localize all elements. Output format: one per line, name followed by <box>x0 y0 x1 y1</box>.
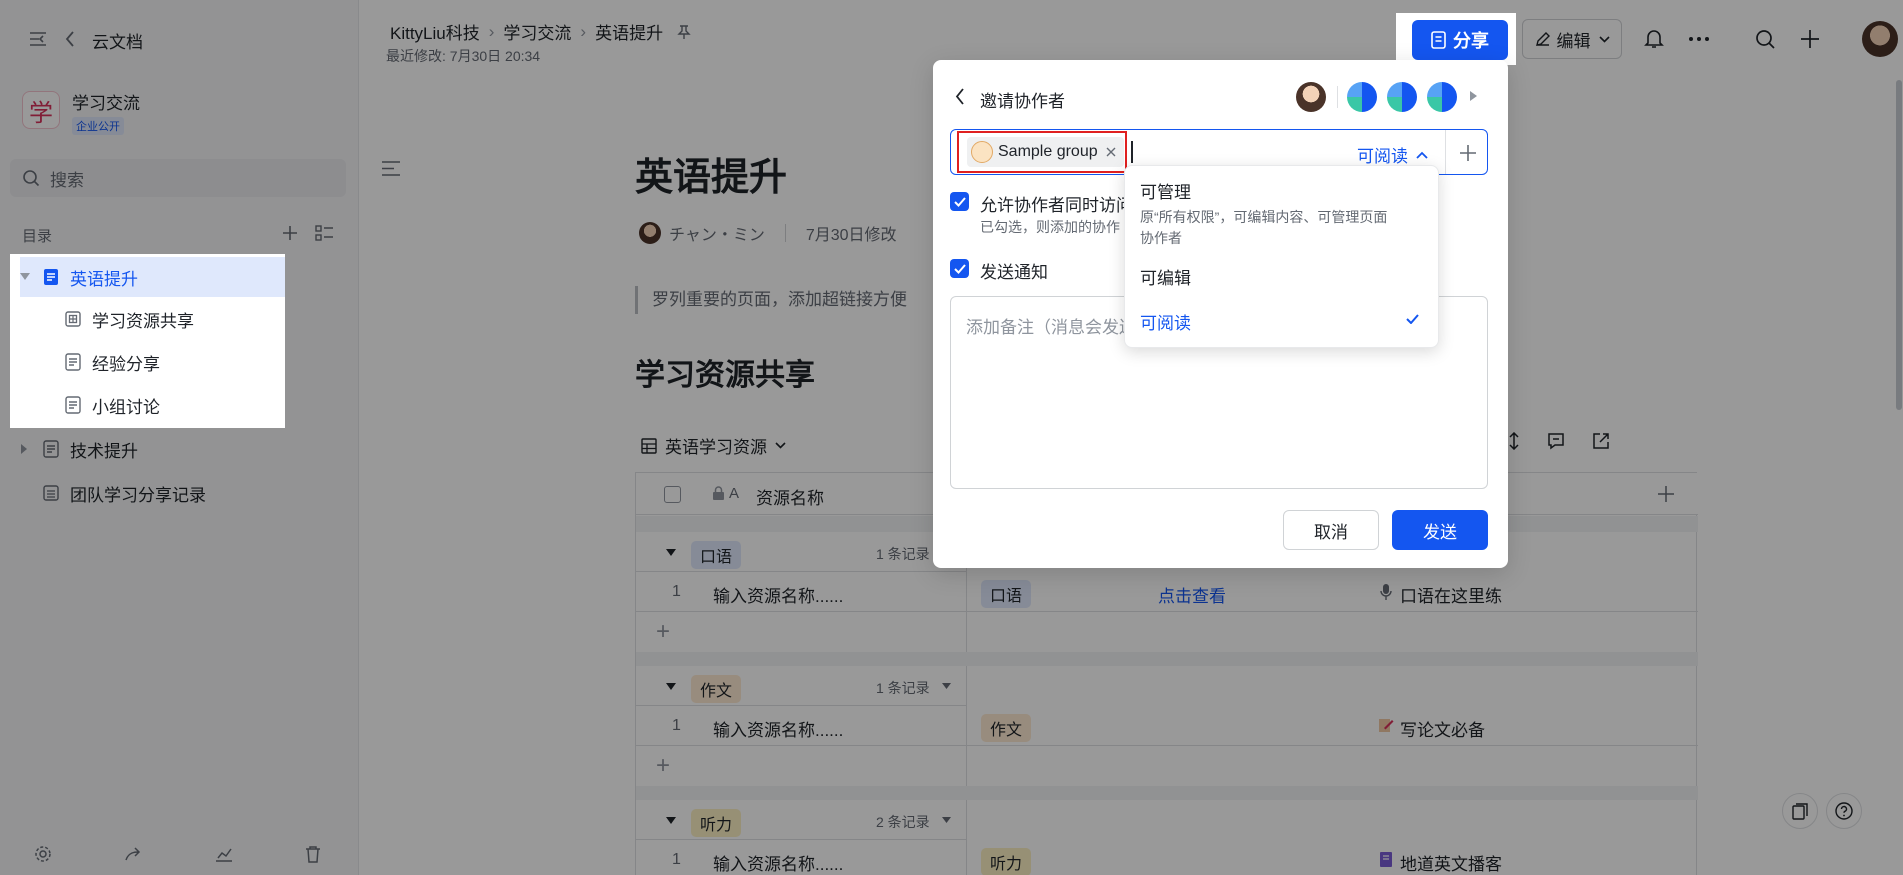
permission-dropdown: 可管理 原“所有权限”，可编辑内容、可管理页面协作者 可编辑 可阅读 <box>1124 165 1439 348</box>
remove-chip-icon[interactable] <box>1106 147 1116 157</box>
tree-item-experience[interactable]: 经验分享 <box>64 342 284 382</box>
notify-label: 发送通知 <box>980 263 1048 282</box>
option-read[interactable]: 可阅读 <box>1125 302 1438 338</box>
allow-access-checkbox[interactable] <box>950 192 969 211</box>
send-button[interactable]: 发送 <box>1392 510 1488 550</box>
share-label: 分享 <box>1453 31 1489 51</box>
selected-chip[interactable]: Sample group <box>957 131 1127 173</box>
tree-highlight-region: 英语提升 学习资源共享 经验分享 小组讨论 <box>10 254 285 428</box>
send-label: 发送 <box>1423 522 1457 542</box>
tree-item-label: 经验分享 <box>92 354 160 374</box>
more-avatars-icon[interactable] <box>1470 91 1477 101</box>
option-edit[interactable]: 可编辑 <box>1125 258 1438 294</box>
group-avatar[interactable] <box>1427 82 1457 112</box>
group-avatar-icon <box>971 141 993 163</box>
collaborator-avatar[interactable] <box>1296 82 1326 112</box>
share-doc-icon <box>1431 31 1446 49</box>
note-placeholder: 添加备注（消息会发送 <box>966 318 1136 337</box>
doc-icon <box>64 396 82 414</box>
share-button[interactable]: 分享 <box>1412 20 1508 60</box>
back-icon[interactable] <box>955 88 965 105</box>
input-divider <box>1445 130 1446 174</box>
allow-access-hint: 已勾选，则添加的协作 <box>980 219 1120 235</box>
doc-icon <box>64 353 82 371</box>
tree-item-english[interactable]: 英语提升 <box>20 257 285 297</box>
share-highlight-region: 分享 <box>1396 13 1516 65</box>
dialog-title: 邀请协作者 <box>980 92 1065 111</box>
cancel-button[interactable]: 取消 <box>1283 510 1379 550</box>
tree-item-label: 学习资源共享 <box>92 311 194 331</box>
caret-down-icon[interactable] <box>20 273 34 281</box>
add-collaborator-icon[interactable] <box>1459 144 1477 162</box>
option-label: 可编辑 <box>1140 269 1191 288</box>
text-cursor <box>1131 141 1133 163</box>
tree-item-discussion[interactable]: 小组讨论 <box>64 385 284 425</box>
option-manage[interactable]: 可管理 原“所有权限”，可编辑内容、可管理页面协作者 <box>1125 178 1438 246</box>
option-label: 可管理 <box>1140 183 1191 202</box>
tree-item-resources[interactable]: 学习资源共享 <box>64 299 284 339</box>
notify-checkbox[interactable] <box>950 259 969 278</box>
chip-label: Sample group <box>998 143 1098 160</box>
option-label: 可阅读 <box>1140 314 1191 333</box>
permission-value: 可阅读 <box>1357 147 1408 166</box>
group-avatar[interactable] <box>1347 82 1377 112</box>
group-avatar[interactable] <box>1387 82 1417 112</box>
doc-icon <box>42 268 60 286</box>
avatar-divider <box>1337 86 1338 108</box>
check-icon <box>1406 314 1419 324</box>
permission-select[interactable]: 可阅读 <box>1357 142 1428 167</box>
tree-item-label: 英语提升 <box>70 269 138 289</box>
cancel-label: 取消 <box>1314 522 1348 542</box>
chevron-up-icon <box>1416 151 1428 159</box>
tree-item-label: 小组讨论 <box>92 397 160 417</box>
allow-access-label: 允许协作者同时访问 <box>980 196 1133 215</box>
option-desc: 原“所有权限”，可编辑内容、可管理页面协作者 <box>1140 209 1388 246</box>
base-icon <box>64 310 82 328</box>
